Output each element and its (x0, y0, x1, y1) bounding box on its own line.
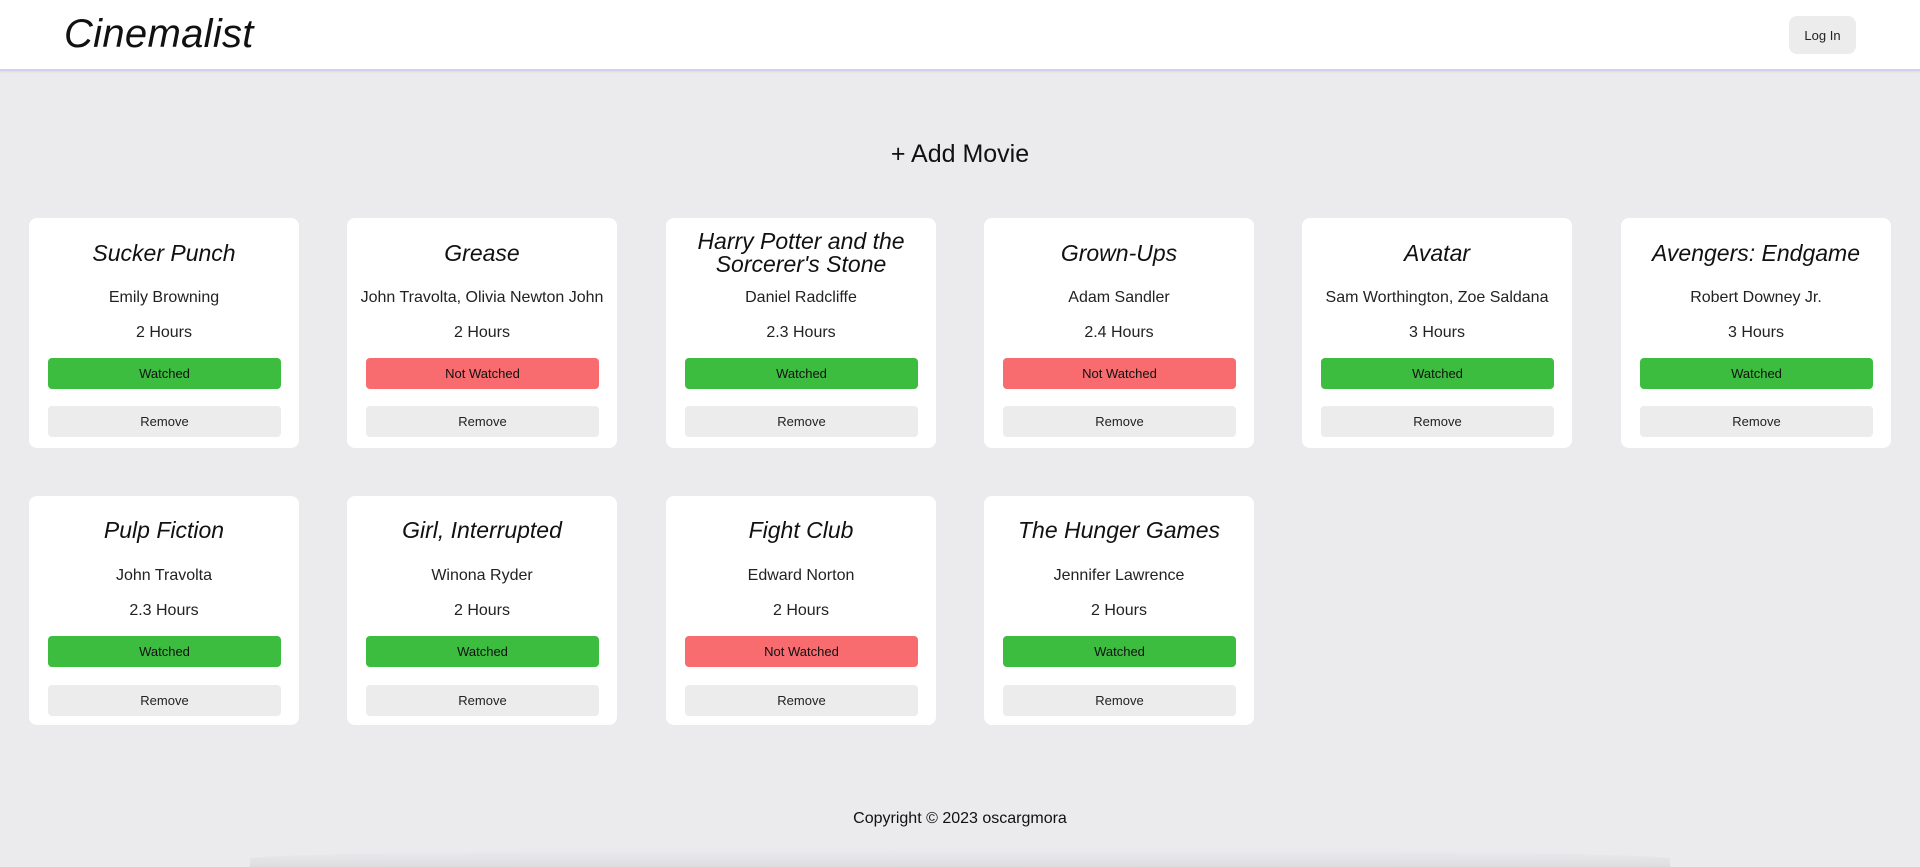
remove-button[interactable]: Remove (1321, 406, 1554, 437)
remove-button[interactable]: Remove (1640, 406, 1873, 437)
remove-button[interactable]: Remove (48, 685, 281, 716)
remove-button[interactable]: Remove (366, 406, 599, 437)
movie-card: Grown-Ups Adam Sandler 2.4 Hours Not Wat… (984, 218, 1254, 448)
remove-button[interactable]: Remove (685, 406, 918, 437)
movie-actors: John Travolta (115, 567, 213, 584)
movie-title: The Hunger Games (1018, 517, 1220, 543)
movie-actors: Winona Ryder (431, 567, 533, 584)
movie-actors: Robert Downey Jr. (1690, 289, 1822, 306)
movie-card: Sucker Punch Emily Browning 2 Hours Watc… (29, 218, 299, 448)
remove-button[interactable]: Remove (1003, 685, 1236, 716)
watched-status-button[interactable]: Not Watched (685, 636, 918, 667)
remove-button[interactable]: Remove (685, 685, 918, 716)
watched-status-button[interactable]: Watched (1003, 636, 1236, 667)
movie-title: Avengers: Endgame (1652, 240, 1860, 266)
watched-status-button[interactable]: Watched (1640, 358, 1873, 389)
footer-shadow (250, 850, 1670, 867)
movie-card: Girl, Interrupted Winona Ryder 2 Hours W… (347, 496, 617, 725)
movie-card: Fight Club Edward Norton 2 Hours Not Wat… (666, 496, 936, 725)
movie-actors: Emily Browning (108, 289, 220, 306)
remove-button[interactable]: Remove (1003, 406, 1236, 437)
movie-duration: 2.3 Hours (766, 324, 836, 341)
movie-title: Harry Potter and the Sorcerer's Stone (697, 228, 905, 277)
watched-status-button[interactable]: Watched (1321, 358, 1554, 389)
movie-duration: 2 Hours (135, 324, 193, 341)
movie-duration: 3 Hours (1727, 324, 1785, 341)
movie-duration: 2 Hours (453, 602, 511, 619)
movie-grid: Sucker Punch Emily Browning 2 Hours Watc… (0, 0, 1920, 867)
watched-status-button[interactable]: Not Watched (1003, 358, 1236, 389)
watched-status-button[interactable]: Watched (48, 358, 281, 389)
movie-title: Girl, Interrupted (402, 517, 562, 543)
movie-title: Fight Club (748, 517, 854, 543)
movie-actors: Adam Sandler (1068, 289, 1170, 306)
movie-duration: 2.3 Hours (129, 602, 199, 619)
movie-card: Harry Potter and the Sorcerer's Stone Da… (666, 218, 936, 448)
footer-copyright: Copyright © 2023 oscargmora (853, 810, 1067, 827)
movie-duration: 2 Hours (453, 324, 511, 341)
movie-actors: Jennifer Lawrence (1053, 567, 1185, 584)
movie-title: Avatar (1403, 240, 1471, 266)
movie-title: Sucker Punch (92, 240, 236, 266)
remove-button[interactable]: Remove (366, 685, 599, 716)
movie-card: Grease John Travolta, Olivia Newton John… (347, 218, 617, 448)
remove-button[interactable]: Remove (48, 406, 281, 437)
movie-title: Pulp Fiction (103, 517, 225, 543)
movie-duration: 2.4 Hours (1084, 324, 1154, 341)
movie-actors: Edward Norton (747, 567, 855, 584)
movie-duration: 3 Hours (1408, 324, 1466, 341)
movie-actors: Sam Worthington, Zoe Saldana (1325, 289, 1549, 306)
movie-duration: 2 Hours (772, 602, 830, 619)
watched-status-button[interactable]: Watched (366, 636, 599, 667)
movie-card: The Hunger Games Jennifer Lawrence 2 Hou… (984, 496, 1254, 725)
watched-status-button[interactable]: Watched (685, 358, 918, 389)
watched-status-button[interactable]: Watched (48, 636, 281, 667)
watched-status-button[interactable]: Not Watched (366, 358, 599, 389)
movie-title: Grease (444, 240, 520, 266)
movie-card: Avengers: Endgame Robert Downey Jr. 3 Ho… (1621, 218, 1891, 448)
movie-card: Avatar Sam Worthington, Zoe Saldana 3 Ho… (1302, 218, 1572, 448)
movie-title: Grown-Ups (1060, 240, 1178, 266)
movie-duration: 2 Hours (1090, 602, 1148, 619)
movie-actors: John Travolta, Olivia Newton John (360, 289, 604, 306)
movie-card: Pulp Fiction John Travolta 2.3 Hours Wat… (29, 496, 299, 725)
movie-actors: Daniel Radcliffe (745, 289, 857, 306)
